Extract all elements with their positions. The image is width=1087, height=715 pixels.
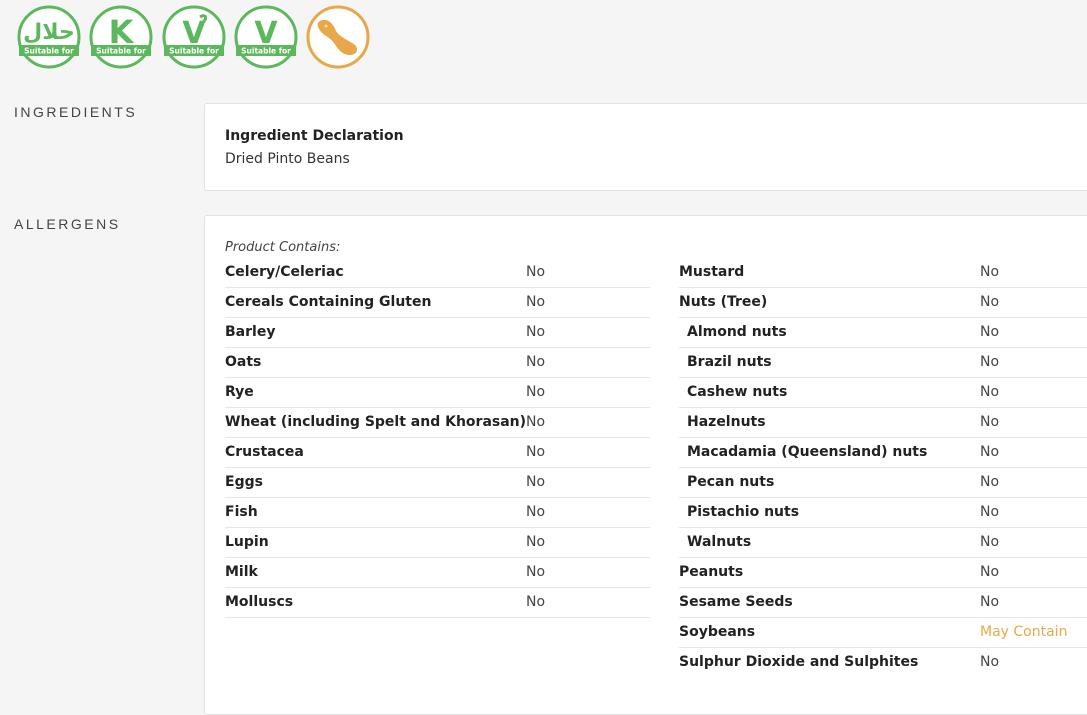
- allergen-value: No: [980, 564, 1000, 580]
- allergen-row: Macadamia (Queensland) nuts No: [679, 438, 1087, 468]
- allergen-value: No: [980, 324, 1000, 340]
- allergen-name: Celery/Celeriac: [225, 264, 344, 280]
- soy-allergen-icon: [306, 5, 370, 69]
- allergen-name: Cereals Containing Gluten: [225, 294, 432, 310]
- allergen-value: No: [526, 354, 546, 370]
- allergen-value: No: [980, 474, 1000, 490]
- allergen-name: Molluscs: [225, 594, 294, 610]
- allergen-row: Barley No: [225, 318, 650, 348]
- allergen-row: Wheat (including Spelt and Khorasan) No: [225, 408, 650, 438]
- allergen-value: No: [980, 504, 1000, 520]
- allergen-name: Macadamia (Queensland) nuts: [687, 444, 928, 460]
- allergen-value: No: [980, 594, 1000, 610]
- allergens-section-label: ALLERGENS: [14, 216, 121, 232]
- allergen-value: No: [980, 654, 1000, 670]
- badge-caption: Suitable for: [241, 47, 291, 56]
- vegan-badge-icon: V Suitable for: [234, 5, 298, 69]
- allergen-row: Crustacea No: [225, 438, 650, 468]
- allergen-row: Cereals Containing Gluten No: [225, 288, 650, 318]
- allergen-row: Milk No: [225, 558, 650, 588]
- allergen-name: Sesame Seeds: [679, 594, 793, 610]
- allergen-value: No: [526, 324, 546, 340]
- allergen-row: Sesame Seeds No: [679, 588, 1087, 618]
- allergen-name: Rye: [225, 384, 254, 400]
- allergen-row: Eggs No: [225, 468, 650, 498]
- allergen-name: Lupin: [225, 534, 269, 550]
- allergen-name: Nuts (Tree): [679, 294, 768, 310]
- allergen-row: Fish No: [225, 498, 650, 528]
- ingredient-declaration-title: Ingredient Declaration: [225, 128, 404, 144]
- allergen-row: Brazil nuts No: [679, 348, 1087, 378]
- halal-symbol: حلال: [23, 20, 75, 45]
- ingredients-section-label: INGREDIENTS: [14, 104, 138, 120]
- allergen-value: No: [526, 384, 546, 400]
- allergen-value: No: [526, 534, 546, 550]
- allergen-name: Barley: [225, 324, 276, 340]
- allergens-panel: Product Contains: Celery/Celeriac No Cere…: [204, 215, 1087, 715]
- allergen-row: Mustard No: [679, 258, 1087, 288]
- allergen-row: Pecan nuts No: [679, 468, 1087, 498]
- allergen-row: Rye No: [225, 378, 650, 408]
- allergen-row: Oats No: [225, 348, 650, 378]
- allergen-name: Pecan nuts: [687, 474, 775, 490]
- allergens-right-column: Mustard No Nuts (Tree) No Almond nuts No Br…: [679, 258, 1087, 677]
- allergen-value: No: [980, 444, 1000, 460]
- allergen-value: No: [980, 414, 1000, 430]
- allergen-name: Mustard: [679, 264, 745, 280]
- allergen-value: No: [980, 354, 1000, 370]
- allergen-value: No: [526, 264, 546, 280]
- allergen-value: No: [526, 504, 546, 520]
- halal-badge-icon: حلال Suitable for: [17, 5, 81, 69]
- allergen-value: No: [980, 534, 1000, 550]
- allergen-row: Molluscs No: [225, 588, 650, 618]
- allergen-row: Cashew nuts No: [679, 378, 1087, 408]
- allergen-row: Lupin No: [225, 528, 650, 558]
- allergen-name: Brazil nuts: [687, 354, 772, 370]
- allergen-value: No: [980, 264, 1000, 280]
- allergen-name: Oats: [225, 354, 262, 370]
- allergen-value: No: [526, 564, 546, 580]
- ingredient-declaration-text: Dried Pinto Beans: [225, 151, 350, 167]
- allergen-name: Hazelnuts: [687, 414, 766, 430]
- product-contains-label: Product Contains:: [225, 240, 341, 255]
- badge-caption: Suitable for: [96, 47, 146, 56]
- allergen-name: Sulphur Dioxide and Sulphites: [679, 654, 919, 670]
- vegetarian-badge-icon: V Suitable for: [162, 5, 226, 69]
- badge-caption: Suitable for: [169, 47, 219, 56]
- allergens-left-column: Celery/Celeriac No Cereals Containing Glu…: [225, 258, 650, 618]
- allergen-name: Walnuts: [687, 534, 752, 550]
- kosher-badge-icon: K Suitable for: [89, 5, 153, 69]
- allergen-row: Nuts (Tree) No: [679, 288, 1087, 318]
- allergen-value: May Contain: [980, 624, 1068, 640]
- allergen-row: Hazelnuts No: [679, 408, 1087, 438]
- allergen-row: Peanuts No: [679, 558, 1087, 588]
- allergen-row: Walnuts No: [679, 528, 1087, 558]
- allergen-value: No: [980, 384, 1000, 400]
- allergen-value: No: [526, 294, 546, 310]
- allergen-value: No: [526, 414, 546, 430]
- allergen-row: Soybeans May Contain: [679, 618, 1087, 648]
- allergen-name: Pistachio nuts: [687, 504, 800, 520]
- badge-caption: Suitable for: [24, 47, 74, 56]
- ingredients-panel: Ingredient Declaration Dried Pinto Beans: [204, 103, 1087, 191]
- allergen-name: Eggs: [225, 474, 263, 490]
- allergen-name: Almond nuts: [687, 324, 787, 340]
- allergen-value: No: [526, 444, 546, 460]
- allergen-name: Soybeans: [679, 624, 756, 640]
- allergen-row: Almond nuts No: [679, 318, 1087, 348]
- allergen-row: Celery/Celeriac No: [225, 258, 650, 288]
- allergen-name: Fish: [225, 504, 258, 520]
- allergen-value: No: [526, 474, 546, 490]
- allergen-name: Peanuts: [679, 564, 744, 580]
- allergen-row: Pistachio nuts No: [679, 498, 1087, 528]
- allergen-value: No: [980, 294, 1000, 310]
- allergen-value: No: [526, 594, 546, 610]
- allergen-name: Wheat (including Spelt and Khorasan): [225, 414, 527, 430]
- allergen-name: Cashew nuts: [687, 384, 788, 400]
- allergen-row: Sulphur Dioxide and Sulphites No: [679, 648, 1087, 677]
- allergen-name: Crustacea: [225, 444, 304, 460]
- allergen-name: Milk: [225, 564, 258, 580]
